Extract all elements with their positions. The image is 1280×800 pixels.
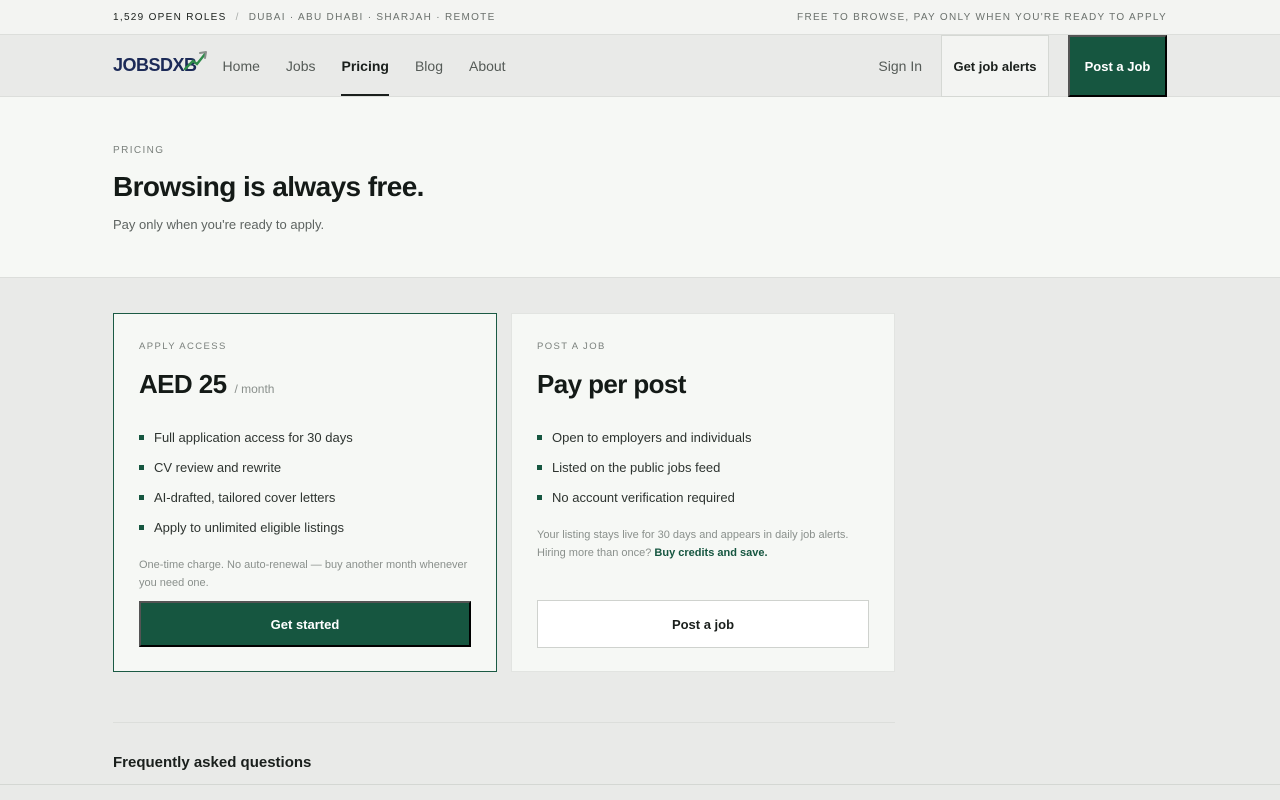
nav-links: Home Jobs Pricing Blog About <box>223 35 532 96</box>
pricing-cards: Apply access AED 25 / month Full applica… <box>113 313 895 672</box>
top-strip-left: 1,529 open roles / Dubai · Abu Dhabi · S… <box>113 12 496 23</box>
bullet-square-icon <box>139 494 144 500</box>
feature-text: Open to employers and individuals <box>552 429 752 445</box>
post-job-nav-button[interactable]: Post a Job <box>1068 35 1167 97</box>
apply-price-amount: AED 25 <box>139 369 227 399</box>
apply-price-period: / month <box>234 382 275 396</box>
page-subtitle: Pay only when you're ready to apply. <box>113 217 325 232</box>
apply-card-label: Apply access <box>139 341 227 352</box>
section-divider <box>113 722 895 723</box>
bullet-square-icon <box>139 524 144 530</box>
hero-eyebrow: Pricing <box>113 145 165 156</box>
list-item: Full application access for 30 days <box>139 422 471 452</box>
bullet-square-icon <box>139 464 144 470</box>
list-item: Listed on the public jobs feed <box>537 452 869 482</box>
nav-link-pricing[interactable]: Pricing <box>341 35 390 96</box>
buy-credits-link[interactable]: Buy credits and save. <box>654 547 767 559</box>
post-card-heading: Pay per post <box>537 369 869 400</box>
logo-text-jobs: JOBS <box>113 55 161 75</box>
bullet-square-icon <box>537 464 542 470</box>
page-title: Browsing is always free. <box>113 171 424 202</box>
top-strip: 1,529 open roles / Dubai · Abu Dhabi · S… <box>0 0 1280 35</box>
bullet-square-icon <box>537 434 542 440</box>
locations-list: Dubai · Abu Dhabi · Sharjah · Remote <box>248 11 496 23</box>
list-item: Open to employers and individuals <box>537 422 869 452</box>
feature-text: Listed on the public jobs feed <box>552 459 721 475</box>
apply-access-card: Apply access AED 25 / month Full applica… <box>113 313 497 672</box>
apply-card-price: AED 25 / month <box>139 369 471 400</box>
nav-link-about[interactable]: About <box>469 35 506 96</box>
bullet-square-icon <box>537 494 542 500</box>
feature-text: Full application access for 30 days <box>154 429 353 445</box>
bottom-border <box>0 784 1280 785</box>
site-logo[interactable]: JOBS DXB <box>113 35 207 96</box>
feature-text: No account verification required <box>552 489 735 505</box>
top-strip-separator: / <box>235 11 240 23</box>
post-card-note: Your listing stays live for 30 days and … <box>537 526 869 562</box>
list-item: Apply to unlimited eligible listings <box>139 512 471 542</box>
top-strip-tagline: Free to browse, pay only when you're rea… <box>797 11 1167 23</box>
nav-actions: Sign In Get job alerts Post a Job <box>878 35 1167 97</box>
post-card-title: Pay per post <box>537 369 686 399</box>
list-item: AI-drafted, tailored cover letters <box>139 482 471 512</box>
post-card-label: Post a job <box>537 341 606 352</box>
post-a-job-button[interactable]: Post a job <box>537 600 869 648</box>
feature-text: Apply to unlimited eligible listings <box>154 519 345 535</box>
post-feature-list: Open to employers and individuals Listed… <box>537 422 869 512</box>
job-alerts-button[interactable]: Get job alerts <box>941 35 1049 97</box>
nav-link-jobs[interactable]: Jobs <box>286 35 316 96</box>
sign-in-link[interactable]: Sign In <box>878 35 922 97</box>
open-roles-count: 1,529 open roles <box>113 11 227 23</box>
feature-text: CV review and rewrite <box>154 459 282 475</box>
get-started-button[interactable]: Get started <box>139 601 471 647</box>
list-item: No account verification required <box>537 482 869 512</box>
nav-link-home[interactable]: Home <box>223 35 260 96</box>
logo-arrow-icon <box>183 51 207 71</box>
faq-heading: Frequently asked questions <box>113 754 312 771</box>
nav-link-blog[interactable]: Blog <box>415 35 443 96</box>
apply-feature-list: Full application access for 30 days CV r… <box>139 422 471 542</box>
pricing-hero: Pricing Browsing is always free. Pay onl… <box>0 97 1280 278</box>
apply-card-note: One-time charge. No auto-renewal — buy a… <box>139 559 468 589</box>
bullet-square-icon <box>139 434 144 440</box>
feature-text: AI-drafted, tailored cover letters <box>154 489 336 505</box>
main-nav: JOBS DXB Home Jobs Pricing Blog About Si… <box>0 35 1280 97</box>
list-item: CV review and rewrite <box>139 452 471 482</box>
post-job-card: Post a job Pay per post Open to employer… <box>511 313 895 672</box>
